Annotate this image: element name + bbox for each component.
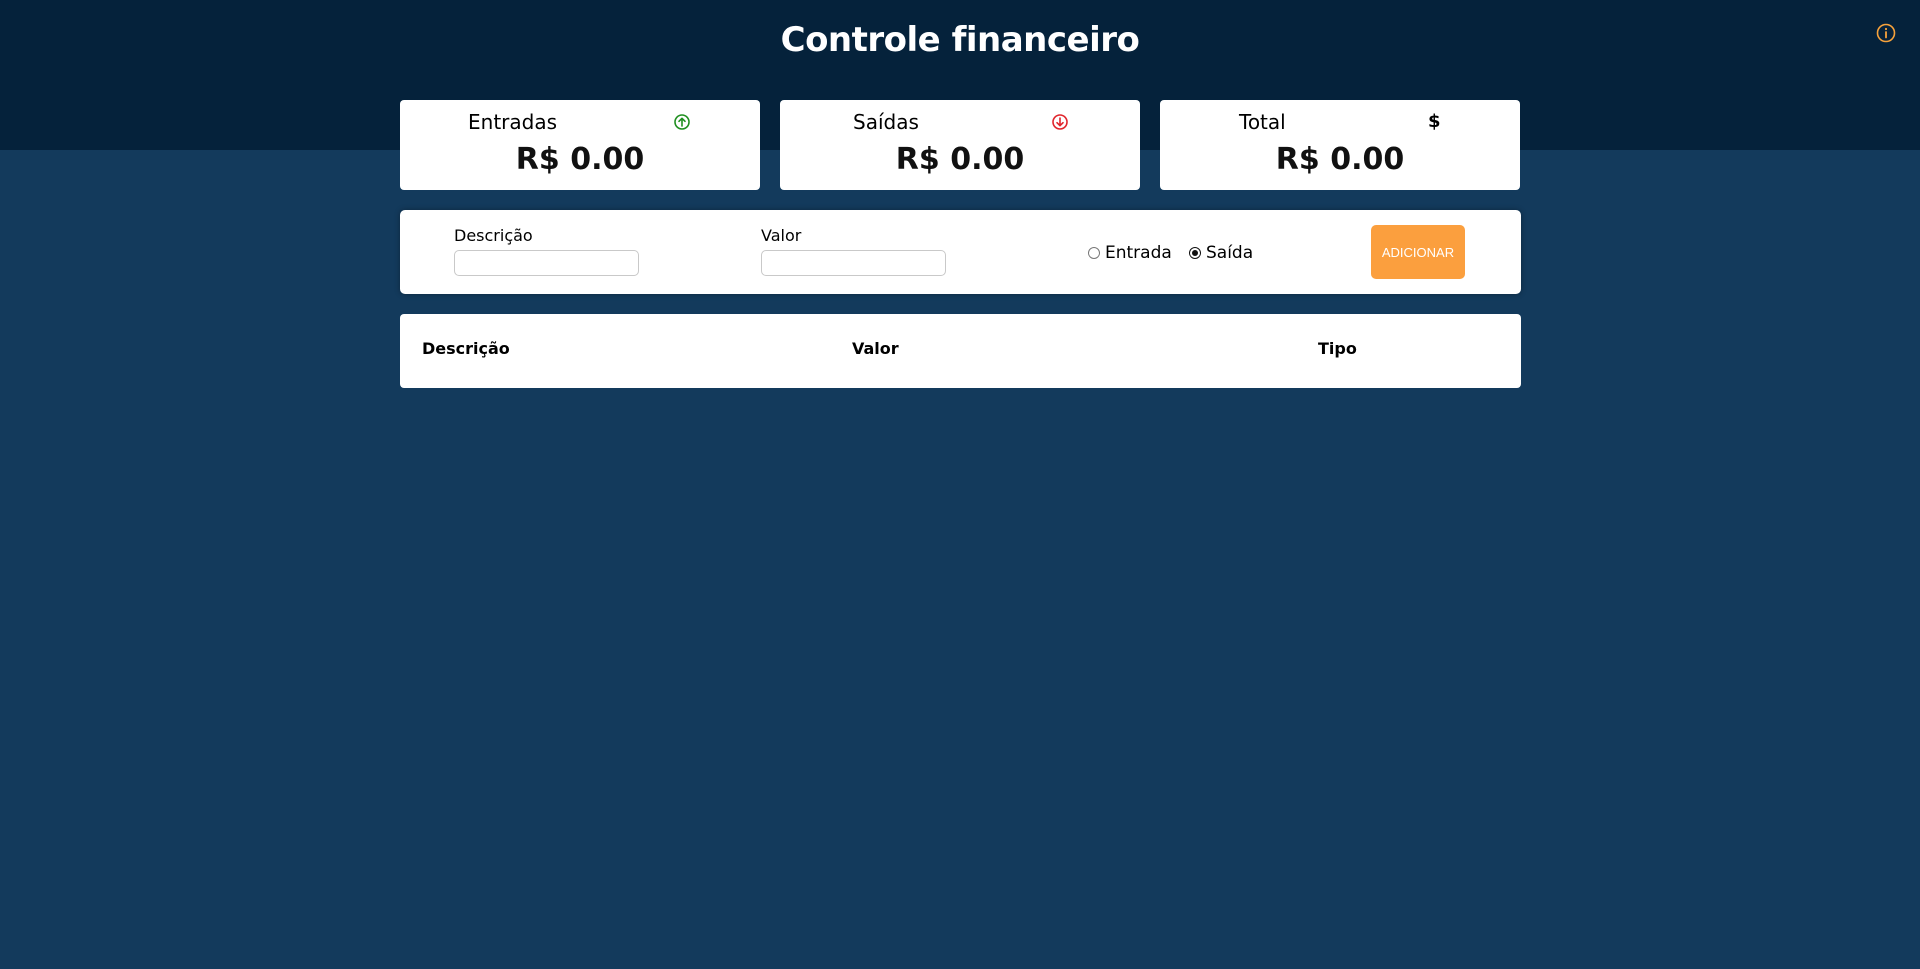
description-label: Descrição bbox=[454, 226, 533, 245]
transaction-form: Descrição Valor Entrada Saída ADICIONAR bbox=[400, 210, 1521, 294]
income-card-value: R$ 0.00 bbox=[515, 142, 645, 177]
total-card-value: R$ 0.00 bbox=[1275, 142, 1405, 177]
income-card-title: Entradas bbox=[468, 110, 558, 134]
column-header-description: Descrição bbox=[422, 339, 510, 358]
page-title: Controle financeiro bbox=[780, 20, 1140, 60]
type-option-saida[interactable]: Saída bbox=[1189, 241, 1253, 265]
type-option-entrada[interactable]: Entrada bbox=[1088, 241, 1172, 265]
summary-cards: Entradas R$ 0.00 Saídas R$ 0.00 Total $ … bbox=[400, 100, 1521, 190]
add-button[interactable]: ADICIONAR bbox=[1371, 225, 1465, 279]
dollar-icon: $ bbox=[1428, 111, 1441, 132]
value-input[interactable] bbox=[761, 250, 946, 276]
radio-saida[interactable] bbox=[1189, 247, 1201, 259]
column-header-value: Valor bbox=[852, 339, 899, 358]
expense-card-value: R$ 0.00 bbox=[895, 142, 1025, 177]
total-card-title: Total bbox=[1239, 110, 1286, 134]
radio-entrada-label: Entrada bbox=[1105, 243, 1172, 263]
income-card: Entradas R$ 0.00 bbox=[400, 100, 760, 190]
transactions-table: Descrição Valor Tipo bbox=[400, 314, 1521, 388]
value-label: Valor bbox=[761, 226, 802, 245]
column-header-type: Tipo bbox=[1318, 339, 1357, 358]
arrow-up-circle-icon bbox=[674, 114, 690, 130]
info-circle-icon[interactable] bbox=[1876, 23, 1896, 43]
total-card: Total $ R$ 0.00 bbox=[1160, 100, 1520, 190]
radio-saida-label: Saída bbox=[1206, 243, 1254, 263]
radio-entrada[interactable] bbox=[1088, 247, 1100, 259]
expense-card-title: Saídas bbox=[853, 110, 919, 134]
expense-card: Saídas R$ 0.00 bbox=[780, 100, 1140, 190]
description-input[interactable] bbox=[454, 250, 639, 276]
arrow-down-circle-icon bbox=[1052, 114, 1068, 130]
